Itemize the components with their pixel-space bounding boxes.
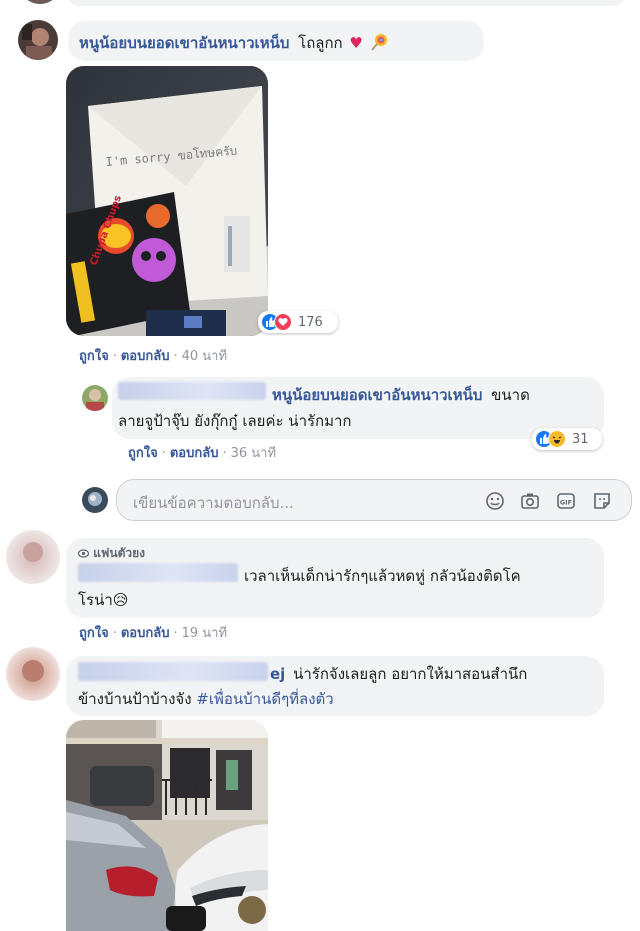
comment2-avatar[interactable] — [6, 530, 60, 584]
previous-comment-avatar[interactable] — [24, 0, 56, 4]
svg-text:GIF: GIF — [560, 499, 572, 507]
reply1-like-link[interactable]: ถูกใจ — [128, 446, 158, 461]
reply1-reply-link[interactable]: ตอบกลับ — [170, 446, 219, 461]
reply1-reactions[interactable]: 31 — [532, 428, 602, 450]
reply1-line1: หนูน้อยบนยอดเขาอันหนาวเหน็บ ขนาด — [272, 383, 530, 407]
reply1-time[interactable]: 36 นาที — [231, 446, 276, 461]
comment3-author-tail[interactable]: ej — [270, 665, 285, 683]
reply1-reaction-count: 31 — [572, 431, 589, 447]
comment2-actions: ถูกใจ · ตอบกลับ · 19 นาที — [79, 626, 228, 641]
comment1-text: โถลูกก — [298, 34, 343, 52]
comment1-reactions[interactable]: 176 — [258, 311, 338, 333]
sticker-icon[interactable] — [591, 490, 613, 512]
comment3-photo[interactable] — [66, 720, 268, 931]
reply-input-box[interactable]: เขียนข้อความตอบกลับ... GIF — [116, 479, 632, 521]
reply1-text-rest: ขนาด — [491, 386, 530, 404]
lollipop-icon — [370, 33, 388, 55]
reply1-line2: ลายจูป้าจุ๊บ ยังกุ๊กกู๋ เลยค่ะ น่ารักมาก — [118, 412, 352, 430]
comment1-like-link[interactable]: ถูกใจ — [79, 349, 109, 364]
reply1-author[interactable] — [118, 382, 266, 400]
haha-reaction-icon — [548, 430, 566, 448]
comment1-reaction-count: 176 — [298, 314, 323, 330]
comment1-photo[interactable]: I'm sorry ขอโทษครับ Chupa Chups — [66, 66, 268, 336]
comment2-author[interactable] — [78, 563, 238, 582]
comment3-hashtag[interactable]: #เพื่อนบ้านดีๆที่ลงตัว — [196, 690, 333, 708]
comment2-text-line1: เวลาเห็นเด็กน่ารักๆแล้วหดหู่ กลัวน้องติด… — [244, 567, 521, 585]
comment2-badge-label: แฟนตัวยง — [93, 546, 146, 560]
camera-icon[interactable] — [519, 490, 541, 512]
reply1-avatar[interactable] — [82, 385, 108, 411]
comment1-avatar[interactable] — [18, 20, 58, 60]
comment2-time[interactable]: 19 นาที — [182, 626, 227, 641]
comment2-fan-badge: แฟนตัวยง — [77, 544, 146, 563]
reply1-mention[interactable]: หนูน้อยบนยอดเขาอันหนาวเหน็บ — [272, 386, 482, 404]
emoji-icon[interactable] — [484, 490, 506, 512]
comment3-line2: ข้างบ้านป้าบ้างจัง #เพื่อนบ้านดีๆที่ลงตั… — [78, 687, 334, 711]
comment2-like-link[interactable]: ถูกใจ — [79, 626, 109, 641]
comment1-content: หนูน้อยบนยอดเขาอันหนาวเหน็บ โถลูกก ♥ — [79, 31, 388, 55]
love-reaction-icon — [274, 313, 292, 331]
comment3-avatar[interactable] — [6, 647, 60, 701]
comment3-text-line2: ข้างบ้านป้าบ้างจัง — [78, 690, 197, 708]
reply1-actions: ถูกใจ · ตอบกลับ · 36 นาที — [128, 446, 277, 461]
eye-badge-icon — [77, 547, 90, 561]
heart-emoji: ♥ — [349, 34, 363, 52]
gif-icon[interactable]: GIF — [555, 490, 577, 512]
comment3-text-line1: น่ารักจังเลยลูก อยากให้มาสอนสำนึก — [293, 665, 528, 683]
previous-comment-bubble — [66, 0, 626, 6]
comment2-text-line2: โรน่า😥 — [78, 591, 129, 609]
reply-input-placeholder: เขียนข้อความตอบกลับ... — [133, 494, 294, 512]
comment1-reply-link[interactable]: ตอบกลับ — [121, 349, 170, 364]
comment1-actions: ถูกใจ · ตอบกลับ · 40 นาที — [79, 349, 228, 364]
comment1-time[interactable]: 40 นาที — [182, 349, 227, 364]
current-user-avatar — [82, 487, 108, 513]
comment2-reply-link[interactable]: ตอบกลับ — [121, 626, 170, 641]
comment3-line1: ej น่ารักจังเลยลูก อยากให้มาสอนสำนึก — [270, 662, 527, 686]
comment1-author[interactable]: หนูน้อยบนยอดเขาอันหนาวเหน็บ — [79, 34, 289, 52]
comment3-author[interactable] — [78, 662, 268, 681]
